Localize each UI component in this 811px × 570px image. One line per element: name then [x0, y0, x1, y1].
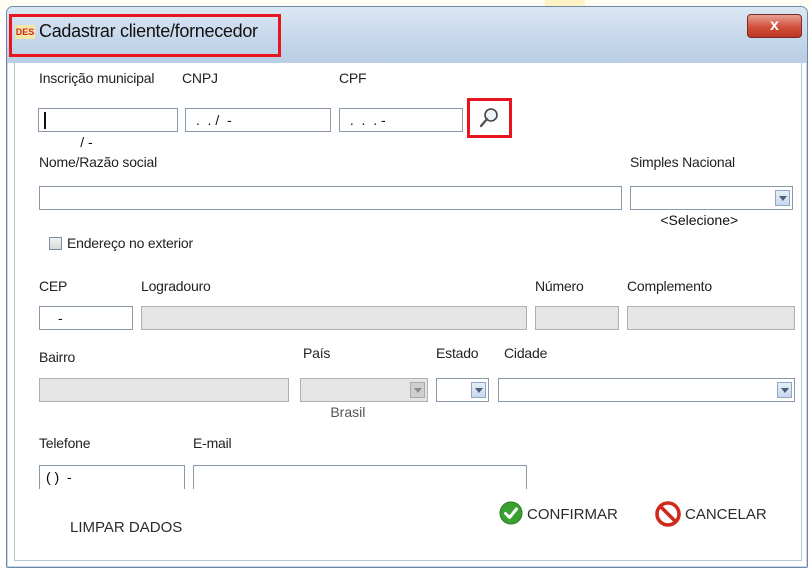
text-caret	[44, 112, 46, 129]
app-icon: DES	[15, 25, 35, 39]
numero-label: Número	[535, 278, 584, 294]
chevron-down-icon[interactable]	[471, 382, 486, 398]
pais-select: Brasil	[300, 378, 428, 420]
inscricao-value: / -	[76, 134, 93, 150]
bairro-label: Bairro	[39, 349, 76, 365]
window-title: Cadastrar cliente/fornecedor	[39, 21, 258, 41]
cep-label: CEP	[39, 278, 68, 294]
simples-select[interactable]: <Selecione>	[630, 186, 793, 228]
logradouro-field	[141, 306, 527, 330]
simples-label: Simples Nacional	[630, 154, 735, 170]
logradouro-label: Logradouro	[141, 278, 211, 294]
form-area: Inscrição municipal CNPJ CPF / - . . / -…	[14, 63, 802, 561]
cnpj-field[interactable]: . . / -	[185, 108, 331, 132]
exterior-label: Endereço no exterior	[67, 235, 193, 251]
telefone-label: Telefone	[39, 435, 91, 451]
inscricao-label: Inscrição municipal	[39, 70, 155, 86]
close-button[interactable]: x	[747, 14, 802, 38]
no-entry-icon[interactable]	[655, 501, 681, 527]
email-label: E-mail	[193, 435, 232, 451]
pais-selected-value: Brasil	[330, 404, 366, 420]
complemento-label: Complemento	[627, 278, 712, 294]
nome-label: Nome/Razão social	[39, 154, 157, 170]
bairro-field	[39, 378, 289, 402]
email-field[interactable]	[193, 465, 527, 489]
cidade-select[interactable]	[498, 378, 795, 402]
clear-data-button[interactable]: LIMPAR DADOS	[70, 519, 182, 536]
estado-label: Estado	[436, 345, 479, 361]
dialog-window: DES Cadastrar cliente/fornecedor x Inscr…	[6, 6, 808, 568]
check-circle-icon[interactable]	[499, 501, 523, 525]
simples-selected-value: <Selecione>	[660, 212, 739, 228]
cnpj-label: CNPJ	[182, 70, 218, 86]
pais-label: País	[303, 345, 331, 361]
telefone-field[interactable]: ( ) -	[39, 465, 185, 489]
search-icon[interactable]	[477, 106, 501, 130]
cep-field[interactable]: -	[39, 306, 133, 330]
exterior-checkbox[interactable]	[49, 237, 62, 250]
chevron-down-icon[interactable]	[775, 190, 790, 206]
cpf-label: CPF	[339, 70, 367, 86]
cancel-button[interactable]: CANCELAR	[685, 506, 767, 523]
inscricao-field[interactable]: / -	[38, 108, 178, 150]
cidade-label: Cidade	[504, 345, 548, 361]
title-bar: DES Cadastrar cliente/fornecedor x	[7, 7, 807, 63]
chevron-down-icon	[410, 382, 425, 398]
cpf-field[interactable]: . . . -	[339, 108, 463, 132]
complemento-field	[627, 306, 795, 330]
numero-field	[535, 306, 619, 330]
chevron-down-icon[interactable]	[777, 382, 792, 398]
estado-select[interactable]	[436, 378, 489, 402]
confirm-button[interactable]: CONFIRMAR	[527, 506, 618, 523]
nome-field[interactable]	[39, 186, 622, 210]
